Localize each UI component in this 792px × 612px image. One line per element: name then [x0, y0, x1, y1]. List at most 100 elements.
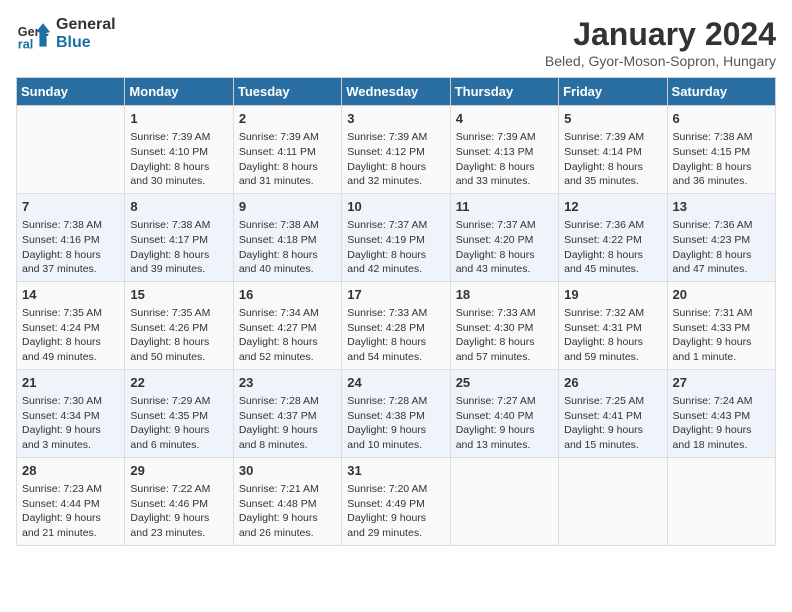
day-number: 28 — [22, 462, 119, 480]
header: Gene ral General Blue January 2024 Beled… — [16, 16, 776, 69]
calendar-cell: 5 Sunrise: 7:39 AM Sunset: 4:14 PM Daylig… — [559, 106, 667, 194]
day-number: 12 — [564, 198, 661, 216]
day-info: Sunrise: 7:36 AM Sunset: 4:22 PM Dayligh… — [564, 218, 661, 277]
day-info: Sunrise: 7:33 AM Sunset: 4:28 PM Dayligh… — [347, 306, 444, 365]
day-header-friday: Friday — [559, 78, 667, 106]
calendar-cell: 6 Sunrise: 7:38 AM Sunset: 4:15 PM Daylig… — [667, 106, 775, 194]
day-number: 13 — [673, 198, 770, 216]
calendar-cell: 30 Sunrise: 7:21 AM Sunset: 4:48 PM Dayli… — [233, 457, 341, 545]
day-info: Sunrise: 7:32 AM Sunset: 4:31 PM Dayligh… — [564, 306, 661, 365]
day-number: 24 — [347, 374, 444, 392]
day-number: 10 — [347, 198, 444, 216]
day-number: 7 — [22, 198, 119, 216]
day-info: Sunrise: 7:39 AM Sunset: 4:13 PM Dayligh… — [456, 130, 553, 189]
day-info: Sunrise: 7:38 AM Sunset: 4:16 PM Dayligh… — [22, 218, 119, 277]
day-number: 31 — [347, 462, 444, 480]
calendar-cell: 27 Sunrise: 7:24 AM Sunset: 4:43 PM Dayli… — [667, 369, 775, 457]
calendar-cell: 21Sunrise: 7:30 AM Sunset: 4:34 PM Dayli… — [17, 369, 125, 457]
day-number: 17 — [347, 286, 444, 304]
calendar-cell: 15 Sunrise: 7:35 AM Sunset: 4:26 PM Dayli… — [125, 281, 233, 369]
day-info: Sunrise: 7:35 AM Sunset: 4:26 PM Dayligh… — [130, 306, 227, 365]
day-info: Sunrise: 7:39 AM Sunset: 4:12 PM Dayligh… — [347, 130, 444, 189]
calendar-cell — [667, 457, 775, 545]
day-number: 23 — [239, 374, 336, 392]
calendar-cell: 24Sunrise: 7:28 AM Sunset: 4:38 PM Dayli… — [342, 369, 450, 457]
calendar-cell: 28Sunrise: 7:23 AM Sunset: 4:44 PM Dayli… — [17, 457, 125, 545]
day-info: Sunrise: 7:21 AM Sunset: 4:48 PM Dayligh… — [239, 482, 336, 541]
calendar-cell: 20 Sunrise: 7:31 AM Sunset: 4:33 PM Dayli… — [667, 281, 775, 369]
day-info: Sunrise: 7:37 AM Sunset: 4:20 PM Dayligh… — [456, 218, 553, 277]
day-info: Sunrise: 7:20 AM Sunset: 4:49 PM Dayligh… — [347, 482, 444, 541]
calendar-cell: 19 Sunrise: 7:32 AM Sunset: 4:31 PM Dayli… — [559, 281, 667, 369]
day-info: Sunrise: 7:24 AM Sunset: 4:43 PM Dayligh… — [673, 394, 770, 453]
week-row-1: 1 Sunrise: 7:39 AM Sunset: 4:10 PM Daylig… — [17, 106, 776, 194]
day-info: Sunrise: 7:39 AM Sunset: 4:10 PM Dayligh… — [130, 130, 227, 189]
day-info: Sunrise: 7:28 AM Sunset: 4:37 PM Dayligh… — [239, 394, 336, 453]
calendar-cell: 2Sunrise: 7:39 AM Sunset: 4:11 PM Daylig… — [233, 106, 341, 194]
day-number: 16 — [239, 286, 336, 304]
calendar-table: SundayMondayTuesdayWednesdayThursdayFrid… — [16, 77, 776, 546]
calendar-cell: 14 Sunrise: 7:35 AM Sunset: 4:24 PM Dayli… — [17, 281, 125, 369]
day-number: 6 — [673, 110, 770, 128]
day-info: Sunrise: 7:27 AM Sunset: 4:40 PM Dayligh… — [456, 394, 553, 453]
day-number: 15 — [130, 286, 227, 304]
day-header-sunday: Sunday — [17, 78, 125, 106]
day-number: 19 — [564, 286, 661, 304]
week-row-2: 7 Sunrise: 7:38 AM Sunset: 4:16 PM Daylig… — [17, 193, 776, 281]
calendar-cell: 11 Sunrise: 7:37 AM Sunset: 4:20 PM Dayli… — [450, 193, 558, 281]
calendar-cell: 26 Sunrise: 7:25 AM Sunset: 4:41 PM Dayli… — [559, 369, 667, 457]
day-info: Sunrise: 7:30 AM Sunset: 4:34 PM Dayligh… — [22, 394, 119, 453]
calendar-cell: 25Sunrise: 7:27 AM Sunset: 4:40 PM Dayli… — [450, 369, 558, 457]
day-number: 30 — [239, 462, 336, 480]
day-number: 29 — [130, 462, 227, 480]
day-number: 20 — [673, 286, 770, 304]
day-number: 22 — [130, 374, 227, 392]
day-info: Sunrise: 7:35 AM Sunset: 4:24 PM Dayligh… — [22, 306, 119, 365]
calendar-cell: 12 Sunrise: 7:36 AM Sunset: 4:22 PM Dayli… — [559, 193, 667, 281]
day-header-tuesday: Tuesday — [233, 78, 341, 106]
day-info: Sunrise: 7:34 AM Sunset: 4:27 PM Dayligh… — [239, 306, 336, 365]
calendar-cell: 1 Sunrise: 7:39 AM Sunset: 4:10 PM Daylig… — [125, 106, 233, 194]
day-number: 1 — [130, 110, 227, 128]
day-info: Sunrise: 7:36 AM Sunset: 4:23 PM Dayligh… — [673, 218, 770, 277]
svg-text:ral: ral — [18, 37, 33, 51]
calendar-cell: 7 Sunrise: 7:38 AM Sunset: 4:16 PM Daylig… — [17, 193, 125, 281]
day-number: 11 — [456, 198, 553, 216]
title-area: January 2024 Beled, Gyor-Moson-Sopron, H… — [545, 16, 776, 69]
logo: Gene ral General Blue — [16, 16, 116, 52]
day-number: 18 — [456, 286, 553, 304]
calendar-cell: 4Sunrise: 7:39 AM Sunset: 4:13 PM Daylig… — [450, 106, 558, 194]
calendar-cell: 16 Sunrise: 7:34 AM Sunset: 4:27 PM Dayli… — [233, 281, 341, 369]
calendar-cell: 29 Sunrise: 7:22 AM Sunset: 4:46 PM Dayli… — [125, 457, 233, 545]
calendar-cell: 23 Sunrise: 7:28 AM Sunset: 4:37 PM Dayli… — [233, 369, 341, 457]
day-number: 14 — [22, 286, 119, 304]
day-number: 9 — [239, 198, 336, 216]
day-info: Sunrise: 7:39 AM Sunset: 4:14 PM Dayligh… — [564, 130, 661, 189]
calendar-cell: 18 Sunrise: 7:33 AM Sunset: 4:30 PM Dayli… — [450, 281, 558, 369]
calendar-cell — [17, 106, 125, 194]
day-number: 26 — [564, 374, 661, 392]
calendar-cell: 17 Sunrise: 7:33 AM Sunset: 4:28 PM Dayli… — [342, 281, 450, 369]
day-header-wednesday: Wednesday — [342, 78, 450, 106]
day-number: 3 — [347, 110, 444, 128]
calendar-cell: 31 Sunrise: 7:20 AM Sunset: 4:49 PM Dayli… — [342, 457, 450, 545]
day-info: Sunrise: 7:25 AM Sunset: 4:41 PM Dayligh… — [564, 394, 661, 453]
day-number: 27 — [673, 374, 770, 392]
calendar-cell: 22Sunrise: 7:29 AM Sunset: 4:35 PM Dayli… — [125, 369, 233, 457]
day-number: 5 — [564, 110, 661, 128]
day-header-monday: Monday — [125, 78, 233, 106]
day-info: Sunrise: 7:33 AM Sunset: 4:30 PM Dayligh… — [456, 306, 553, 365]
logo-icon: Gene ral — [16, 16, 52, 52]
day-info: Sunrise: 7:22 AM Sunset: 4:46 PM Dayligh… — [130, 482, 227, 541]
week-row-5: 28Sunrise: 7:23 AM Sunset: 4:44 PM Dayli… — [17, 457, 776, 545]
logo-text-general: General — [56, 16, 116, 34]
day-info: Sunrise: 7:37 AM Sunset: 4:19 PM Dayligh… — [347, 218, 444, 277]
calendar-cell: 13 Sunrise: 7:36 AM Sunset: 4:23 PM Dayli… — [667, 193, 775, 281]
day-number: 2 — [239, 110, 336, 128]
calendar-cell: 8Sunrise: 7:38 AM Sunset: 4:17 PM Daylig… — [125, 193, 233, 281]
header-row: SundayMondayTuesdayWednesdayThursdayFrid… — [17, 78, 776, 106]
day-info: Sunrise: 7:31 AM Sunset: 4:33 PM Dayligh… — [673, 306, 770, 365]
day-info: Sunrise: 7:38 AM Sunset: 4:15 PM Dayligh… — [673, 130, 770, 189]
subtitle: Beled, Gyor-Moson-Sopron, Hungary — [545, 53, 776, 69]
calendar-cell: 9Sunrise: 7:38 AM Sunset: 4:18 PM Daylig… — [233, 193, 341, 281]
